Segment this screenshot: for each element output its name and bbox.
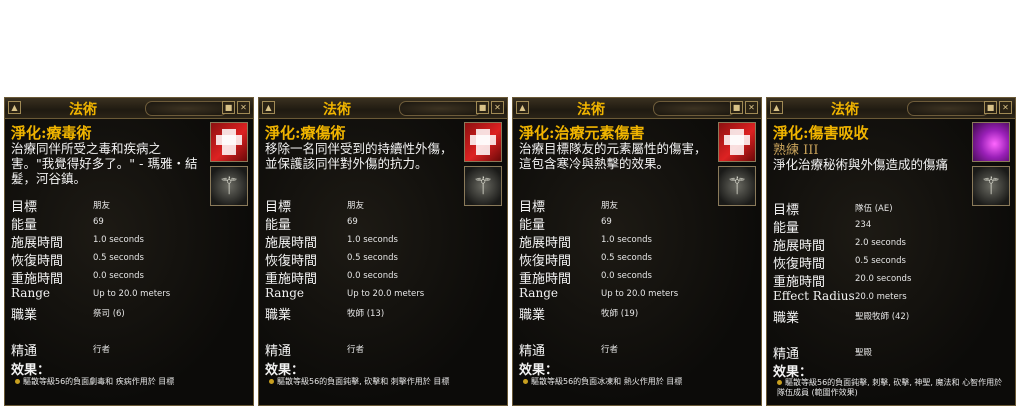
window-title: 法術	[323, 102, 351, 118]
spell-name: 淨化:療傷術	[265, 124, 346, 142]
panel-body: 淨化:傷害吸收 熟練 III 淨化治療秘術與外傷造成的傷痛 ⚚ 目標 隊伍 (AE…	[767, 119, 1015, 405]
stat-row: 職業 聖殿牧師 (42)	[773, 311, 910, 326]
stat-row: 目標 朋友	[11, 200, 111, 215]
effects-heading: 效果：	[519, 363, 559, 378]
stat-row: Range Up to 20.0 meters	[11, 286, 171, 300]
stats-list: 目標 隊伍 (AE) 能量 234 施展時間 2.0 seconds 恢復時間 0.5 …	[773, 199, 1013, 362]
stat-row: 重施時間 0.0 seconds	[519, 271, 652, 287]
spell-panel-2: ▲ 法術 ■ ✕ 淨化:療傷術 移除一名同伴受到的持續性外傷，並保護該同伴對外傷…	[258, 97, 508, 406]
stat-row	[265, 322, 505, 340]
stat-row: 重施時間 0.0 seconds	[265, 271, 398, 287]
stat-row: 恢復時間 0.5 seconds	[773, 256, 906, 272]
effects-heading: 效果：	[265, 363, 305, 378]
purple-burst-icon[interactable]	[972, 122, 1010, 162]
stat-row	[773, 325, 1013, 343]
stat-row: 重施時間 0.0 seconds	[11, 271, 144, 287]
close-icon[interactable]: ✕	[237, 101, 250, 114]
stat-row: 施展時間 1.0 seconds	[265, 235, 398, 251]
stat-row: 職業 牧師 (19)	[519, 308, 639, 323]
title-ornament	[907, 101, 989, 116]
collapse-arrow-icon[interactable]: ▲	[8, 101, 21, 114]
title-ornament	[653, 101, 735, 116]
spell-panel-4: ▲ 法術 ■ ✕ 淨化:傷害吸收 熟練 III 淨化治療秘術與外傷造成的傷痛 ⚚…	[766, 97, 1016, 406]
stat-row: 目標 隊伍 (AE)	[773, 203, 893, 218]
minimize-icon[interactable]: ■	[730, 101, 743, 114]
window-title: 法術	[69, 102, 97, 118]
close-icon[interactable]: ✕	[745, 101, 758, 114]
stat-row: 精通 行者	[519, 344, 619, 359]
stat-row: 施展時間 1.0 seconds	[519, 235, 652, 251]
spell-rank: 熟練 III	[773, 143, 819, 158]
spell-description: 治療目標隊友的元素屬性的傷害，這包含寒冷與熱擊的效果。	[519, 141, 707, 171]
spell-name: 淨化:療毒術	[11, 124, 92, 142]
title-bar[interactable]: ▲ 法術 ■ ✕	[259, 98, 507, 119]
collapse-arrow-icon[interactable]: ▲	[262, 101, 275, 114]
heal-cross-icon[interactable]	[464, 122, 502, 162]
spell-panel-3: ▲ 法術 ■ ✕ 淨化:治療元素傷害 治療目標隊友的元素屬性的傷害，這包含寒冷與…	[512, 97, 762, 406]
heal-cross-icon[interactable]	[210, 122, 248, 162]
stats-list: 目標 朋友 能量 69 施展時間 1.0 seconds 恢復時間 0.5 second…	[519, 196, 759, 359]
effects-heading: 效果：	[11, 363, 51, 378]
stat-row: 目標 朋友	[265, 200, 365, 215]
stat-row: 精通 聖殿	[773, 347, 873, 362]
minimize-icon[interactable]: ■	[984, 101, 997, 114]
title-bar[interactable]: ▲ 法術 ■ ✕	[5, 98, 253, 119]
spell-panel-1: ▲ 法術 ■ ✕ 淨化:療毒術 治療同伴所受之毒和疾病之害。"我覺得好多了。" …	[4, 97, 254, 406]
stat-row: 能量 69	[519, 217, 612, 233]
minimize-icon[interactable]: ■	[222, 101, 235, 114]
spell-name: 淨化:治療元素傷害	[519, 124, 645, 142]
title-bar[interactable]: ▲ 法術 ■ ✕	[513, 98, 761, 119]
close-icon[interactable]: ✕	[491, 101, 504, 114]
stat-row: 能量 234	[773, 220, 872, 236]
bullet-icon	[777, 380, 782, 385]
close-icon[interactable]: ✕	[999, 101, 1012, 114]
stat-row: 職業 牧師 (13)	[265, 308, 385, 323]
title-bar[interactable]: ▲ 法術 ■ ✕	[767, 98, 1015, 119]
stat-row: 重施時間 20.0 seconds	[773, 274, 912, 290]
bullet-icon	[523, 379, 528, 384]
stat-row: Range Up to 20.0 meters	[265, 286, 425, 300]
effect-line: 驅散等級56的負面鈍擊, 砍擊和 刺擊作用於 目標	[269, 377, 501, 387]
effect-line: 驅散等級56的負面鈍擊, 刺擊, 砍擊, 神聖, 魔法和 心智作用於 隊伍成員 …	[777, 378, 1003, 397]
stat-row: Range Up to 20.0 meters	[519, 286, 679, 300]
stat-row: 職業 祭司 (6)	[11, 308, 125, 323]
bullet-icon	[269, 379, 274, 384]
stat-row: 精通 行者	[265, 344, 365, 359]
panel-body: 淨化:療傷術 移除一名同伴受到的持續性外傷，並保護該同伴對外傷的抗力。 ⚚ 目標…	[259, 119, 507, 405]
window-title: 法術	[577, 102, 605, 118]
stat-row: 施展時間 2.0 seconds	[773, 238, 906, 254]
collapse-arrow-icon[interactable]: ▲	[516, 101, 529, 114]
stats-list: 目標 朋友 能量 69 施展時間 1.0 seconds 恢復時間 0.5 second…	[11, 196, 251, 359]
panel-body: 淨化:治療元素傷害 治療目標隊友的元素屬性的傷害，這包含寒冷與熱擊的效果。 ⚚ …	[513, 119, 761, 405]
stat-row: 能量 69	[11, 217, 104, 233]
minimize-icon[interactable]: ■	[476, 101, 489, 114]
stat-row: Effect Radius 20.0 meters	[773, 289, 907, 303]
window-title: 法術	[831, 102, 859, 118]
spell-description: 治療同伴所受之毒和疾病之害。"我覺得好多了。" - 瑪雅・結髮，河谷鎮。	[11, 141, 198, 186]
title-ornament	[145, 101, 227, 116]
stat-row	[519, 322, 759, 340]
collapse-arrow-icon[interactable]: ▲	[770, 101, 783, 114]
spell-description: 淨化治療秘術與外傷造成的傷痛	[773, 157, 949, 172]
heal-cross-icon[interactable]	[718, 122, 756, 162]
panel-body: 淨化:療毒術 治療同伴所受之毒和疾病之害。"我覺得好多了。" - 瑪雅・結髮，河…	[5, 119, 253, 405]
stat-row: 恢復時間 0.5 seconds	[519, 253, 652, 269]
stat-row: 恢復時間 0.5 seconds	[11, 253, 144, 269]
stat-row: 目標 朋友	[519, 200, 619, 215]
bullet-icon	[15, 379, 20, 384]
stats-list: 目標 朋友 能量 69 施展時間 1.0 seconds 恢復時間 0.5 second…	[265, 196, 505, 359]
spell-description: 移除一名同伴受到的持續性外傷，並保護該同伴對外傷的抗力。	[265, 141, 453, 171]
stat-row	[11, 322, 251, 340]
stat-row: 能量 69	[265, 217, 358, 233]
stat-row: 恢復時間 0.5 seconds	[265, 253, 398, 269]
effect-line: 驅散等級56的負面冰凍和 熱火作用於 目標	[523, 377, 755, 387]
title-ornament	[399, 101, 481, 116]
stat-row: 精通 行者	[11, 344, 111, 359]
stat-row: 施展時間 1.0 seconds	[11, 235, 144, 251]
effect-line: 驅散等級56的負面劇毒和 疾病作用於 目標	[15, 377, 247, 387]
